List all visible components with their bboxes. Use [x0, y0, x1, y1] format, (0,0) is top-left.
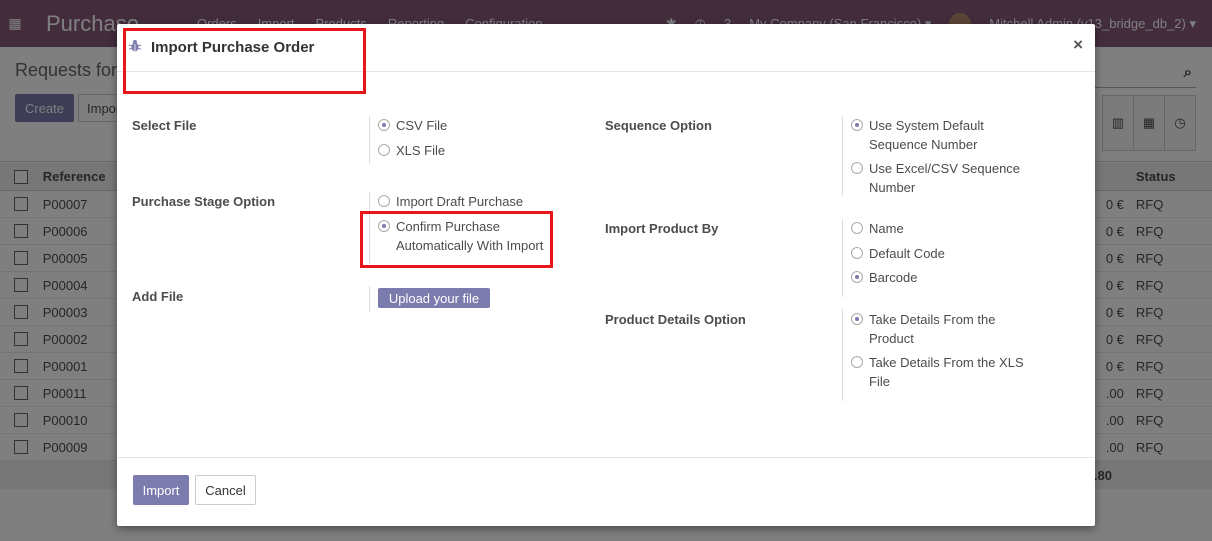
radio-excel-sequence[interactable]: Use Excel/CSV Sequence Number	[851, 159, 1031, 197]
divider	[369, 116, 370, 164]
divider	[842, 116, 843, 196]
radio-icon[interactable]	[851, 222, 863, 234]
radio-label: XLS File	[396, 143, 446, 158]
import-button[interactable]: Import	[133, 475, 189, 505]
radio-icon[interactable]	[851, 313, 863, 325]
radio-icon[interactable]	[851, 162, 863, 174]
cancel-button[interactable]: Cancel	[195, 475, 256, 505]
radio-default-code[interactable]: Default Code	[851, 244, 945, 263]
radio-details-from-product[interactable]: Take Details From the Product	[851, 310, 1026, 348]
radio-label: Barcode	[869, 270, 918, 285]
radio-icon[interactable]	[378, 195, 390, 207]
radio-label: Name	[869, 221, 904, 236]
import-product-by-label: Import Product By	[605, 221, 719, 236]
modal-title: Import Purchase Order	[151, 39, 315, 56]
add-file-label: Add File	[132, 289, 184, 304]
radio-label: Confirm Purchase Automatically With Impo…	[396, 219, 544, 253]
bug-icon	[128, 40, 142, 52]
divider	[369, 286, 370, 312]
modal-header: Import Purchase Order ×	[117, 24, 1095, 72]
radio-system-sequence[interactable]: Use System Default Sequence Number	[851, 116, 1031, 154]
purchase-stage-label: Purchase Stage Option	[132, 194, 276, 209]
import-purchase-order-dialog: Import Purchase Order × Select File CSV …	[117, 24, 1095, 526]
modal-footer: Import Cancel	[117, 457, 1095, 526]
radio-label: Import Draft Purchase	[396, 194, 524, 209]
radio-csv-file[interactable]: CSV File	[378, 116, 447, 135]
divider	[842, 219, 843, 297]
divider	[842, 309, 843, 401]
upload-file-button[interactable]: Upload your file	[378, 288, 490, 308]
radio-barcode[interactable]: Barcode	[851, 268, 917, 287]
radio-icon[interactable]	[851, 271, 863, 283]
radio-xls-file[interactable]: XLS File	[378, 141, 445, 160]
radio-icon[interactable]	[851, 119, 863, 131]
radio-label: Default Code	[869, 246, 945, 261]
divider	[369, 192, 370, 264]
radio-icon[interactable]	[851, 356, 863, 368]
sequence-option-label: Sequence Option	[605, 118, 712, 133]
product-details-label: Product Details Option	[605, 312, 746, 327]
radio-label: Take Details From the XLS File	[869, 355, 1024, 389]
radio-name[interactable]: Name	[851, 219, 904, 238]
radio-label: Take Details From the Product	[869, 312, 996, 346]
radio-label: Use Excel/CSV Sequence Number	[869, 161, 1021, 195]
radio-icon[interactable]	[378, 220, 390, 232]
select-file-label: Select File	[132, 118, 197, 133]
close-icon[interactable]: ×	[1073, 36, 1083, 54]
radio-confirm-automatically[interactable]: Confirm Purchase Automatically With Impo…	[378, 217, 553, 255]
radio-icon[interactable]	[378, 144, 390, 156]
radio-label: Use System Default Sequence Number	[869, 118, 984, 152]
radio-import-draft[interactable]: Import Draft Purchase	[378, 192, 523, 211]
radio-details-from-xls[interactable]: Take Details From the XLS File	[851, 353, 1036, 391]
radio-icon[interactable]	[851, 247, 863, 259]
radio-label: CSV File	[396, 118, 448, 133]
radio-icon[interactable]	[378, 119, 390, 131]
